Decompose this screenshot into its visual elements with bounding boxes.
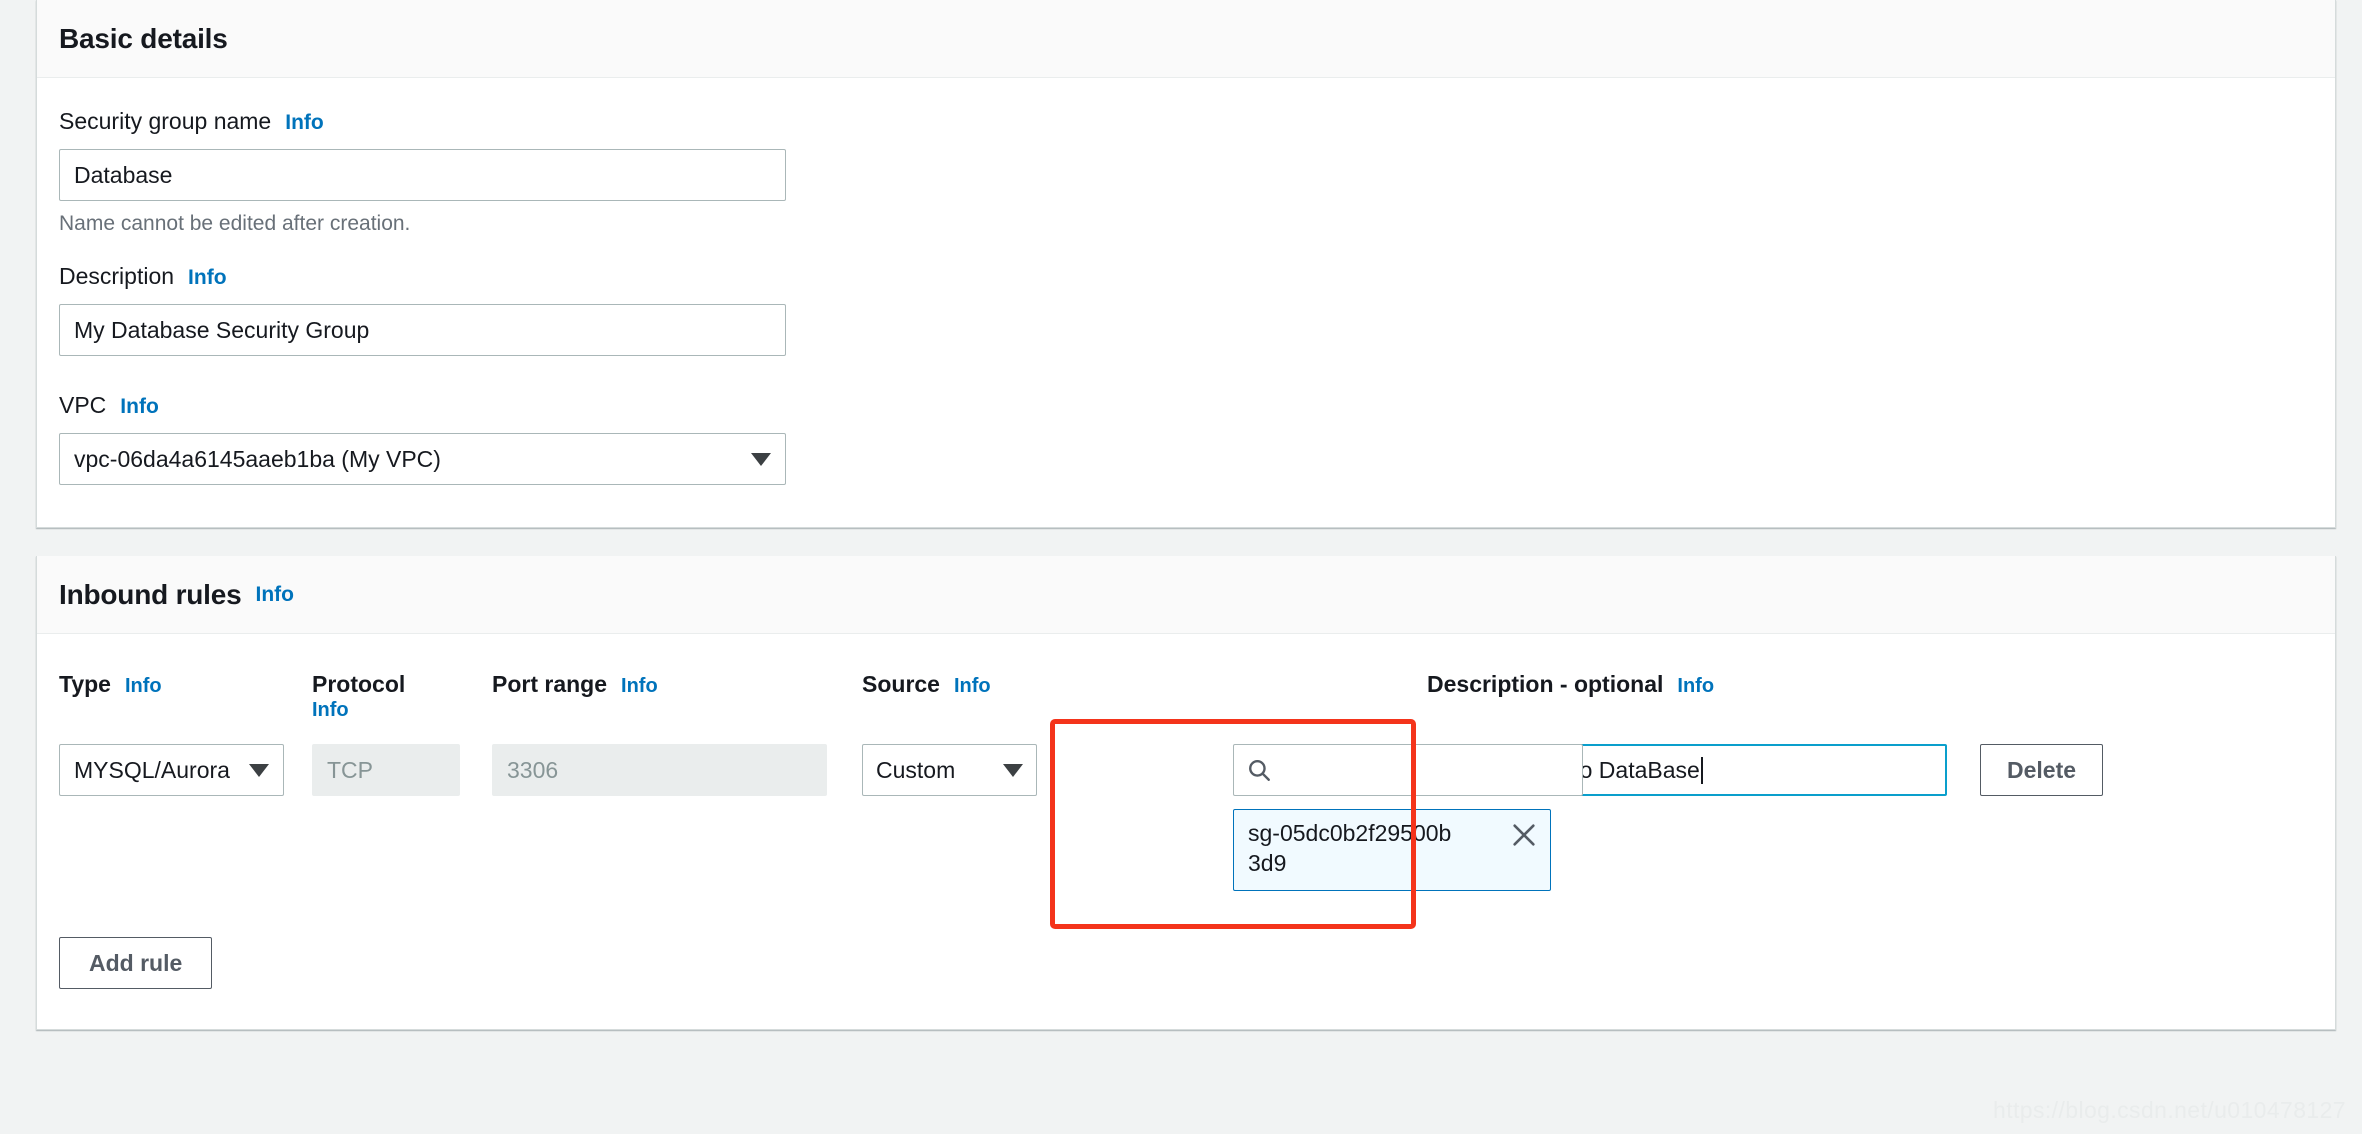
security-group-name-value: Database [74, 161, 173, 188]
rule-protocol-input: TCP [312, 744, 460, 797]
rules-column-headers: Type Info Protocol Info Port range Info … [59, 634, 2313, 722]
info-link-vpc[interactable]: Info [120, 396, 158, 417]
column-header-description: Description - optional Info [1427, 670, 1947, 698]
security-group-name-field: Security group name Info Database Name c… [59, 78, 2313, 236]
source-type-value: Custom [876, 756, 956, 783]
delete-button-label: Delete [2007, 756, 2077, 783]
column-header-source-label: Source [862, 671, 940, 697]
security-group-name-input[interactable]: Database [59, 149, 786, 201]
source-controls: Custom sg-05dc0b2f29500b3d9 [862, 719, 1583, 930]
inbound-rules-panel: Inbound rules Info Type Info Protocol In… [36, 556, 2336, 1031]
rule-port-range-input: 3306 [492, 744, 827, 797]
search-icon [1249, 760, 1270, 782]
column-header-protocol-label: Protocol [312, 671, 406, 697]
column-header-protocol: Protocol Info [312, 670, 492, 722]
info-link-description[interactable]: Info [188, 267, 226, 288]
vpc-field: VPC Info vpc-06da4a6145aaeb1ba (My VPC) [59, 356, 2313, 527]
page-content: Basic details Security group name Info D… [36, 0, 2336, 1031]
vpc-selected-value: vpc-06da4a6145aaeb1ba (My VPC) [74, 445, 441, 472]
inbound-rules-header: Inbound rules Info [37, 556, 2335, 634]
source-token-chip: sg-05dc0b2f29500b3d9 [1233, 809, 1551, 892]
description-value: My Database Security Group [74, 316, 370, 343]
rule-type-select[interactable]: MYSQL/Aurora [59, 744, 284, 797]
vpc-label: VPC [59, 392, 107, 418]
rule-type-cell: MYSQL/Aurora [59, 744, 312, 797]
rule-source-cell: Custom sg-05dc0b2f29500b3d9 [862, 719, 1583, 930]
add-rule-button[interactable]: Add rule [59, 937, 213, 990]
inbound-rules-title: Inbound rules [59, 578, 242, 610]
watermark: https://blog.csdn.net/u010478127 [1993, 1097, 2346, 1123]
rule-protocol-cell: TCP [312, 744, 492, 797]
vpc-select[interactable]: vpc-06da4a6145aaeb1ba (My VPC) [59, 433, 786, 485]
security-group-name-label-row: Security group name Info [59, 108, 2313, 134]
security-group-name-hint: Name cannot be edited after creation. [59, 212, 411, 235]
rule-port-range-value: 3306 [507, 756, 559, 783]
chevron-down-icon [249, 763, 269, 777]
chevron-down-icon [1003, 763, 1023, 777]
source-search-input[interactable] [1233, 744, 1583, 797]
column-header-description-label: Description - optional [1427, 671, 1664, 697]
column-header-port-range-label: Port range [492, 671, 608, 697]
info-link-protocol[interactable]: Info [312, 698, 492, 722]
rule-port-range-cell: 3306 [492, 744, 862, 797]
source-token-label: sg-05dc0b2f29500b3d9 [1248, 820, 1452, 877]
page-title: Basic details [59, 22, 228, 54]
close-icon[interactable] [1510, 821, 1538, 849]
rule-protocol-value: TCP [327, 756, 373, 783]
column-header-port-range: Port range Info [492, 670, 862, 698]
info-link-rule-description[interactable]: Info [1677, 674, 1714, 698]
column-header-type-label: Type [59, 671, 111, 697]
text-cursor [1700, 756, 1703, 784]
inbound-rules-body: Type Info Protocol Info Port range Info … [37, 634, 2335, 1029]
table-row: MYSQL/Aurora TCP 3306 Custom sg-05dc0b2f… [59, 719, 2313, 930]
basic-details-body: Security group name Info Database Name c… [37, 78, 2335, 527]
add-rule-button-label: Add rule [89, 949, 183, 976]
delete-button[interactable]: Delete [1980, 744, 2104, 797]
source-type-select[interactable]: Custom [862, 744, 1037, 797]
info-link-type[interactable]: Info [125, 674, 162, 698]
description-field: Description Info My Database Security Gr… [59, 236, 2313, 356]
info-link-security-group-name[interactable]: Info [285, 112, 323, 133]
rule-type-value: MYSQL/Aurora [74, 756, 230, 783]
column-header-type: Type Info [59, 670, 312, 698]
info-link-inbound-rules[interactable]: Info [256, 583, 294, 607]
vpc-label-row: VPC Info [59, 392, 2313, 418]
source-search-column: sg-05dc0b2f29500b3d9 [1233, 744, 1583, 892]
description-label: Description [59, 263, 175, 289]
info-link-source[interactable]: Info [954, 674, 991, 698]
info-link-port-range[interactable]: Info [621, 674, 658, 698]
add-rule-row: Add rule [59, 891, 2313, 1029]
description-input[interactable]: My Database Security Group [59, 304, 786, 356]
basic-details-panel: Basic details Security group name Info D… [36, 0, 2336, 528]
chevron-down-icon [751, 452, 771, 466]
description-label-row: Description Info [59, 263, 2313, 289]
column-header-source: Source Info [862, 670, 1427, 698]
security-group-name-label: Security group name [59, 108, 272, 134]
basic-details-header: Basic details [37, 0, 2335, 78]
rule-delete-cell: Delete [1980, 744, 2104, 797]
